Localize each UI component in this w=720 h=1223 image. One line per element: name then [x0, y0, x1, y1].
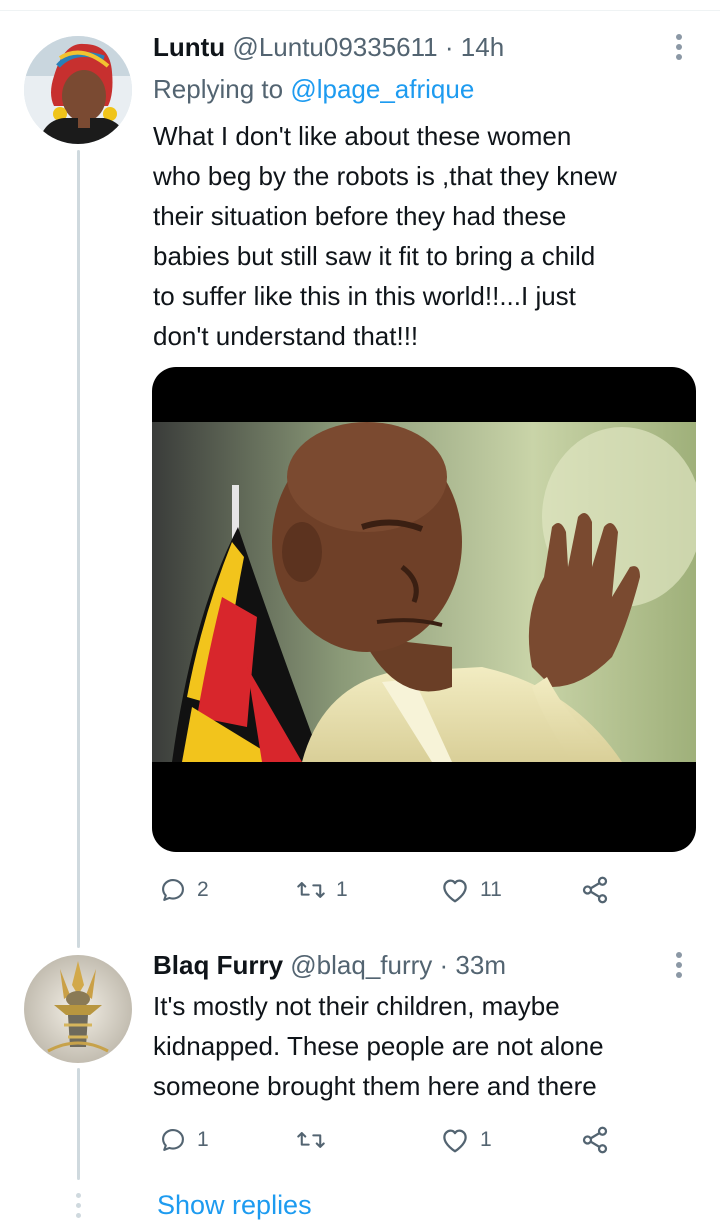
retweet-button[interactable]: 1	[296, 872, 348, 908]
share-button[interactable]	[580, 1122, 610, 1158]
tweet-header: Luntu @Luntu09335611 · 14h	[153, 32, 504, 63]
tweet-text: It's mostly not their children, maybe ki…	[153, 986, 604, 1106]
tweet-text-line: kidnapped. These people are not alone	[153, 1031, 604, 1061]
handle[interactable]: @blaq_furry	[290, 950, 432, 980]
tweet-text-line: It's mostly not their children, maybe	[153, 991, 560, 1021]
thread-line	[77, 1068, 80, 1180]
share-icon	[582, 1126, 608, 1154]
tweet-text-line: to suffer like this in this world!!...I …	[153, 281, 576, 311]
tweet-text-line: who beg by the robots is ,that they knew	[153, 161, 617, 191]
tweet-media[interactable]	[152, 367, 696, 852]
like-icon	[443, 1129, 467, 1153]
more-options-button[interactable]	[662, 948, 696, 982]
tweet-text-line: What I don't like about these women	[153, 121, 572, 151]
reply-button[interactable]: 1	[159, 1122, 209, 1158]
like-count: 11	[480, 878, 502, 901]
thread-continuation-dots	[74, 1193, 82, 1223]
avatar[interactable]	[24, 36, 132, 144]
reply-count: 2	[197, 878, 209, 901]
tweet-text-line: their situation before they had these	[153, 201, 567, 231]
separator-dot: ·	[444, 32, 454, 62]
retweet-icon	[297, 882, 325, 898]
avatar-image	[24, 36, 132, 144]
like-button[interactable]: 11	[440, 872, 502, 908]
retweet-button[interactable]	[296, 1122, 336, 1158]
replying-to-label: Replying to	[153, 74, 284, 104]
reply-button[interactable]: 2	[159, 872, 209, 908]
tweet-text: What I don't like about these women who …	[153, 116, 617, 356]
tweet-text-line: babies but still saw it fit to bring a c…	[153, 241, 596, 271]
share-icon	[582, 876, 608, 904]
separator-dot: ·	[439, 950, 449, 980]
handle[interactable]: @Luntu09335611	[232, 32, 437, 62]
media-photo	[152, 422, 696, 762]
more-icon	[676, 34, 682, 60]
display-name[interactable]: Luntu	[153, 32, 225, 62]
tweet-header: Blaq Furry @blaq_furry · 33m	[153, 950, 506, 981]
timestamp[interactable]: 33m	[455, 950, 506, 980]
replying-to-link[interactable]: @lpage_afrique	[290, 74, 474, 104]
timestamp[interactable]: 14h	[461, 32, 504, 62]
avatar[interactable]	[24, 955, 132, 1063]
more-options-button[interactable]	[662, 30, 696, 64]
like-button[interactable]: 1	[440, 1122, 492, 1158]
display-name[interactable]: Blaq Furry	[153, 950, 283, 980]
reply-count: 1	[197, 1128, 209, 1151]
like-count: 1	[480, 1128, 492, 1151]
share-button[interactable]	[580, 872, 610, 908]
show-replies-link[interactable]: Show replies	[157, 1190, 312, 1221]
retweet-icon	[297, 1132, 325, 1148]
tweet-text-line: someone brought them here and there	[153, 1071, 597, 1101]
avatar-image	[24, 955, 132, 1063]
like-icon	[443, 879, 467, 903]
tweet-text-line: don't understand that!!!	[153, 321, 419, 351]
top-divider	[0, 10, 720, 11]
more-icon	[676, 952, 682, 978]
replying-to: Replying to @lpage_afrique	[153, 74, 474, 105]
reply-icon	[162, 1129, 184, 1151]
thread-line	[77, 150, 80, 948]
reply-icon	[162, 879, 184, 901]
retweet-count: 1	[336, 878, 348, 901]
